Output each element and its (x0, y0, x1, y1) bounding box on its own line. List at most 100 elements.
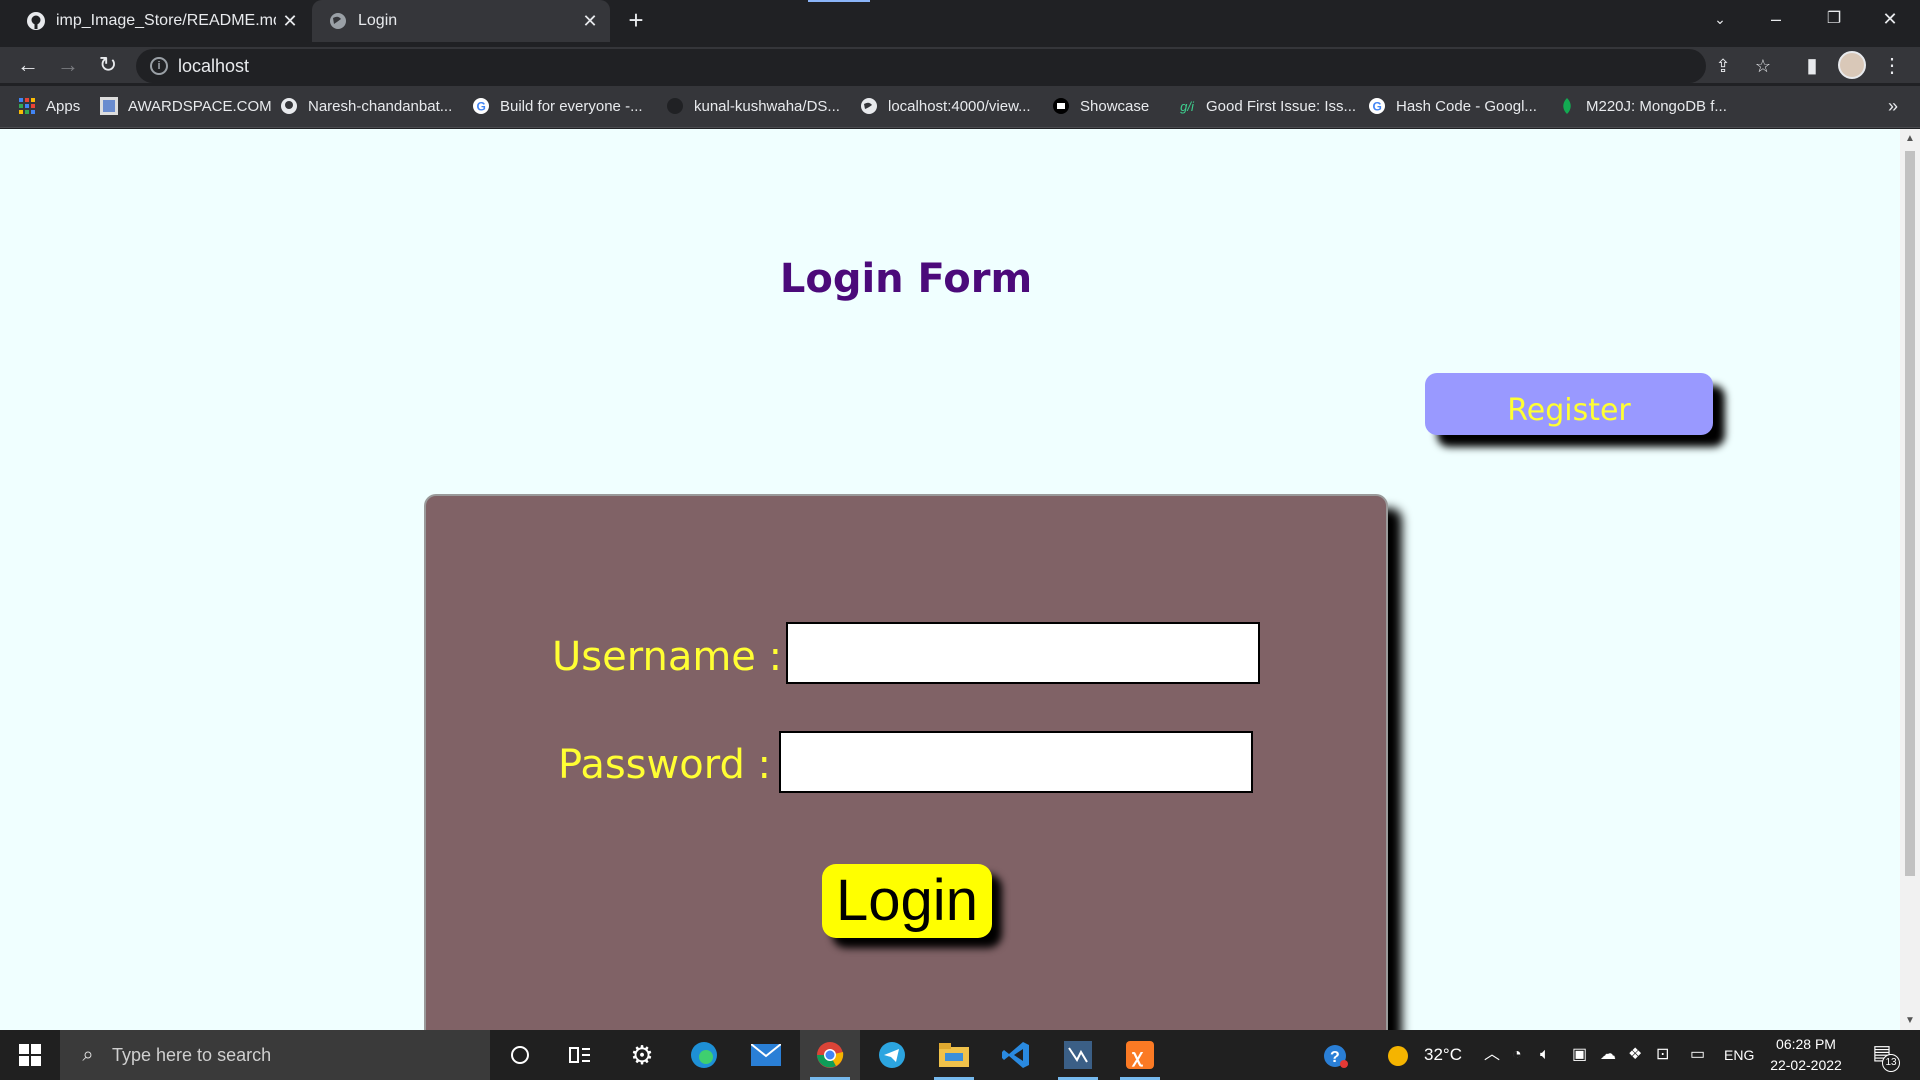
new-tab-button[interactable]: + (622, 6, 650, 34)
gfi-icon: g/i (1180, 98, 1194, 114)
bookmark-label: Showcase (1080, 97, 1150, 115)
bookmark-kunal[interactable]: kunal-kushwaha/DS... (666, 86, 840, 126)
globe-icon (328, 11, 348, 31)
page-title: Login Form (779, 256, 1033, 302)
notification-count-badge: 13 (1882, 1054, 1900, 1072)
close-tab-icon[interactable]: ✕ (276, 11, 304, 32)
side-panel-icon[interactable]: ▮ (1798, 52, 1826, 80)
notification-center-icon[interactable]: ▤ 13 (1868, 1040, 1900, 1072)
username-input[interactable] (786, 622, 1260, 684)
svg-text:G: G (1373, 100, 1382, 114)
bookmark-good-first-issue[interactable]: g/i Good First Issue: Iss... (1178, 86, 1356, 126)
username-label: Username : (552, 634, 783, 680)
bookmark-apps[interactable]: Apps (18, 86, 80, 126)
awardspace-icon (100, 97, 118, 115)
bookmark-star-icon[interactable]: ☆ (1752, 55, 1774, 77)
mail-icon[interactable] (736, 1030, 796, 1080)
page-scrollbar[interactable]: ▲ ▼ (1900, 129, 1920, 1030)
tab-title: Login (358, 12, 398, 29)
bookmark-label: kunal-kushwaha/DS... (694, 97, 840, 115)
wifi-icon[interactable]: ◔ (1512, 1030, 1522, 1080)
showcase-icon (1052, 97, 1070, 115)
windows-taskbar: ⌕ Type here to search ⚙ ꭓ ? 32°C ︿ ◔ 🔈︎ … (0, 1030, 1920, 1080)
forward-arrow-icon[interactable]: → (50, 47, 86, 83)
reload-icon[interactable]: ↻ (90, 47, 126, 83)
bookmark-localhost-4000[interactable]: localhost:4000/view... (860, 86, 1031, 126)
bookmark-awardspace[interactable]: AWARDSPACE.COM (100, 86, 272, 126)
apps-grid-icon (18, 97, 36, 115)
profile-avatar[interactable] (1838, 51, 1866, 79)
security-icon[interactable]: ⊡ (1656, 1030, 1669, 1080)
show-hidden-icons-chevron-icon[interactable]: ︿ (1484, 1030, 1500, 1080)
svg-text:?: ? (1330, 1049, 1340, 1066)
vscode-icon[interactable] (986, 1030, 1046, 1080)
language-indicator[interactable]: ENG (1724, 1030, 1754, 1080)
bookmark-label: localhost:4000/view... (888, 97, 1031, 115)
login-form-card: Username : Password : Login (424, 494, 1388, 1030)
volume-icon[interactable]: 🔈︎ (1540, 1030, 1550, 1080)
register-button[interactable]: Register (1425, 373, 1713, 435)
cortana-icon[interactable] (490, 1030, 550, 1080)
battery-icon[interactable]: ▭ (1690, 1030, 1705, 1080)
tab-login[interactable]: Login ✕ (312, 0, 610, 42)
search-icon: ⌕ (82, 1043, 94, 1066)
tab-search-chevron-icon[interactable]: ⌄ (1692, 0, 1748, 40)
share-icon[interactable]: ⇪ (1712, 55, 1734, 77)
taskbar-search-box[interactable]: ⌕ Type here to search (60, 1030, 490, 1080)
telegram-icon[interactable] (862, 1030, 922, 1080)
menu-kebab-icon[interactable]: ⋮ (1878, 52, 1906, 80)
edge-icon[interactable] (674, 1030, 734, 1080)
bookmark-hash-code[interactable]: G Hash Code - Googl... (1368, 86, 1537, 126)
password-input[interactable] (779, 731, 1253, 793)
minimize-icon[interactable]: – (1748, 0, 1804, 40)
address-bar[interactable]: i localhost ⇪ ☆ (136, 49, 1771, 83)
chrome-icon[interactable] (800, 1030, 860, 1080)
bookmark-label: Hash Code - Googl... (1396, 97, 1537, 115)
back-arrow-icon[interactable]: ← (10, 47, 46, 83)
dropbox-icon[interactable]: ❖ (1628, 1030, 1642, 1080)
meet-now-icon[interactable]: ▣ (1572, 1030, 1587, 1080)
close-window-icon[interactable]: ✕ (1862, 0, 1918, 40)
site-info-icon[interactable]: i (150, 57, 168, 75)
bookmark-label: Naresh-chandanbat... (308, 97, 453, 115)
restore-icon[interactable]: ❐ (1806, 0, 1862, 40)
scroll-up-arrow-icon[interactable]: ▲ (1900, 133, 1920, 144)
tab-title: imp_Image_Store/README.md at (56, 12, 276, 29)
xampp-icon[interactable]: ꭓ (1110, 1030, 1170, 1080)
browser-toolbar: ← → ↻ i localhost ⇪ ☆ (0, 47, 1920, 83)
weather-sun-icon[interactable] (1386, 1030, 1410, 1080)
settings-gear-icon[interactable]: ⚙ (612, 1030, 672, 1080)
scrollbar-thumb[interactable] (1905, 151, 1915, 876)
bookmark-showcase[interactable]: Showcase (1052, 86, 1149, 126)
login-button[interactable]: Login (822, 864, 992, 938)
tab-readme[interactable]: imp_Image_Store/README.md at ✕ (10, 0, 310, 42)
svg-text:G: G (477, 100, 486, 114)
bookmark-label: M220J: MongoDB f... (1586, 97, 1727, 115)
task-view-icon[interactable] (550, 1030, 610, 1080)
bookmark-label: Apps (46, 97, 81, 115)
bookmark-naresh[interactable]: Naresh-chandanbat... (280, 86, 452, 126)
windows-start-icon[interactable] (0, 1030, 60, 1080)
onedrive-cloud-icon[interactable]: ☁ (1600, 1030, 1616, 1080)
scroll-down-arrow-icon[interactable]: ▼ (1900, 1015, 1920, 1026)
google-icon: G (1368, 97, 1386, 115)
mysql-workbench-icon[interactable] (1048, 1030, 1108, 1080)
globe-icon (860, 97, 878, 115)
google-icon: G (472, 97, 490, 115)
bookmark-build-for-everyone[interactable]: G Build for everyone -... (472, 86, 643, 126)
password-label: Password : (558, 742, 772, 788)
bookmark-label: Build for everyone -... (500, 97, 643, 115)
weather-temperature[interactable]: 32°C (1424, 1030, 1462, 1080)
mongodb-leaf-icon (1558, 97, 1576, 115)
bookmark-m220j[interactable]: M220J: MongoDB f... (1558, 86, 1727, 126)
help-icon[interactable]: ? (1322, 1030, 1350, 1080)
bookmarks-bar: Apps AWARDSPACE.COM Naresh-chandanbat...… (0, 86, 1920, 128)
bookmark-label: Good First Issue: Iss... (1206, 97, 1357, 115)
bookmarks-overflow-button[interactable]: » (1888, 86, 1898, 126)
system-clock[interactable]: 06:28 PM 22-02-2022 (1762, 1034, 1850, 1076)
bookmark-label: AWARDSPACE.COM (128, 97, 272, 115)
file-explorer-icon[interactable] (924, 1030, 984, 1080)
url-text[interactable]: localhost (178, 49, 249, 83)
close-tab-icon[interactable]: ✕ (576, 11, 604, 32)
tab-strip: imp_Image_Store/README.md at ✕ Login ✕ +… (0, 0, 1920, 47)
